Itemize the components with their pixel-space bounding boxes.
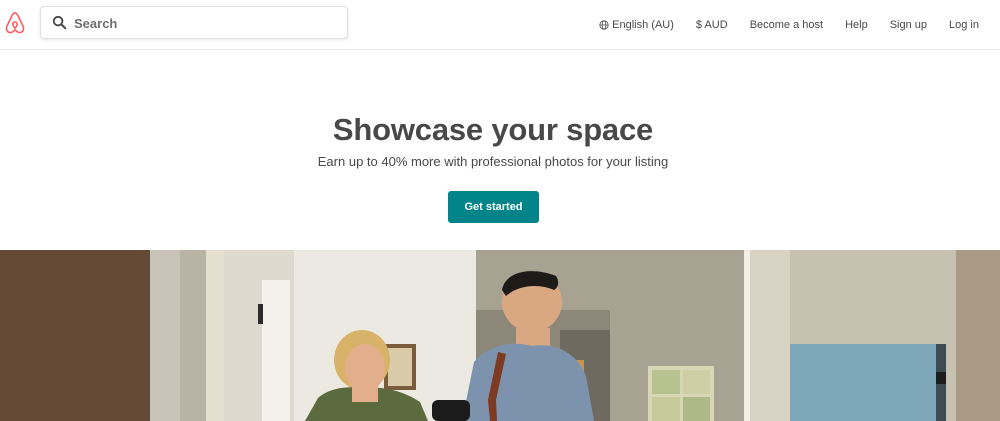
- language-label: English (AU): [612, 19, 674, 31]
- top-nav-bar: English (AU) $ AUD Become a host Help Si…: [0, 0, 1000, 50]
- sign-up-link[interactable]: Sign up: [879, 0, 938, 50]
- globe-icon: [599, 20, 609, 30]
- language-selector[interactable]: English (AU): [588, 0, 685, 50]
- get-started-button[interactable]: Get started: [448, 191, 539, 223]
- nav-menu: English (AU) $ AUD Become a host Help Si…: [588, 0, 1000, 50]
- hosts-photo: [0, 250, 1000, 421]
- page-title: Showcase your space: [332, 112, 654, 147]
- hero-subtitle: Earn up to 40% more with professional ph…: [317, 154, 669, 169]
- currency-selector[interactable]: $ AUD: [685, 0, 739, 50]
- airbnb-logo-icon[interactable]: [4, 11, 26, 35]
- search-input[interactable]: [74, 12, 334, 34]
- search-bar[interactable]: [40, 6, 348, 39]
- become-host-link[interactable]: Become a host: [739, 0, 834, 50]
- log-in-link[interactable]: Log in: [938, 0, 990, 50]
- search-icon: [52, 15, 67, 30]
- help-link[interactable]: Help: [834, 0, 879, 50]
